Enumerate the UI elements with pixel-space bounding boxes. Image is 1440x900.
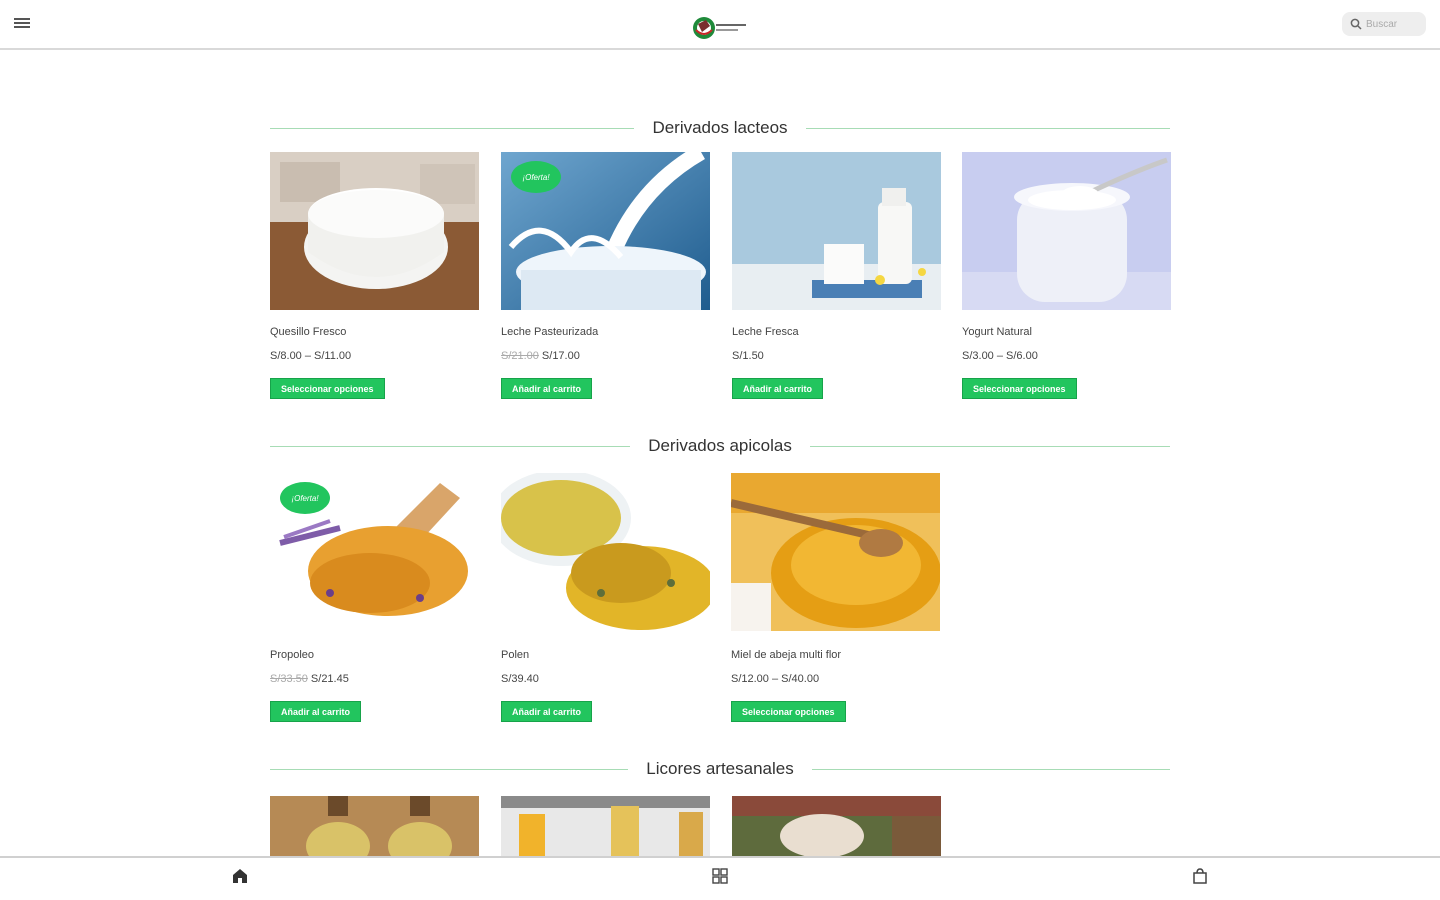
product-name[interactable]: Leche Pasteurizada (501, 326, 598, 338)
search-icon (1350, 18, 1362, 30)
product-card[interactable] (501, 796, 710, 856)
price-current: S/21.45 (310, 673, 349, 685)
price-old: S/33.50 (270, 673, 308, 685)
search-input[interactable] (1366, 18, 1416, 30)
section-title: Derivados apicolas (648, 436, 792, 455)
hamburger-menu-icon[interactable] (14, 18, 30, 30)
section-header: Derivados apicolas (270, 434, 1171, 458)
product-name[interactable]: Polen (501, 649, 529, 661)
select-options-button[interactable]: Seleccionar opciones (270, 378, 385, 399)
add-to-cart-button[interactable]: Añadir al carrito (501, 701, 593, 722)
add-to-cart-button[interactable]: Añadir al carrito (732, 378, 824, 399)
product-image[interactable] (501, 796, 710, 856)
product-price: S/12.00 – S/40.00 (731, 673, 819, 685)
section-header: Derivados lacteos (270, 116, 1170, 140)
product-price: S/21.00 S/17.00 (501, 350, 580, 362)
product-price: S/33.50 S/21.45 (270, 673, 349, 685)
product-name[interactable]: Yogurt Natural (962, 326, 1032, 338)
product-card[interactable]: Miel de abeja multi flor S/12.00 – S/40.… (731, 473, 940, 722)
add-to-cart-button[interactable]: Añadir al carrito (501, 378, 593, 399)
price-current: S/17.00 (541, 350, 580, 362)
product-image[interactable] (731, 473, 940, 631)
sale-badge: ¡Oferta! (511, 161, 561, 193)
home-icon[interactable] (230, 866, 250, 886)
product-image[interactable]: ¡Oferta! (270, 473, 479, 631)
divider-line (270, 127, 635, 129)
divider-line (809, 445, 1171, 447)
product-card[interactable]: Yogurt Natural S/3.00 – S/6.00 Seleccion… (962, 152, 1171, 399)
product-card[interactable]: Quesillo Fresco S/8.00 – S/11.00 Selecci… (270, 152, 479, 399)
price-current: S/12.00 – S/40.00 (731, 673, 820, 685)
product-image[interactable] (732, 796, 941, 856)
section-header: Licores artesanales (270, 757, 1171, 781)
product-image[interactable] (732, 152, 941, 310)
product-price: S/1.50 (732, 350, 764, 362)
price-current: S/8.00 – S/11.00 (270, 350, 352, 362)
product-price: S/3.00 – S/6.00 (962, 350, 1038, 362)
product-image[interactable] (501, 473, 710, 631)
product-price: S/8.00 – S/11.00 (270, 350, 351, 362)
divider-line (811, 768, 1171, 770)
product-name[interactable]: Leche Fresca (732, 326, 799, 338)
price-current: S/3.00 – S/6.00 (962, 350, 1038, 362)
bottom-navigation (0, 856, 1440, 900)
grid-icon[interactable] (710, 866, 730, 886)
product-name[interactable]: Propoleo (270, 649, 314, 661)
divider-line (270, 768, 629, 770)
price-old: S/21.00 (501, 350, 539, 362)
product-card[interactable]: Polen S/39.40 Añadir al carrito (501, 473, 710, 722)
select-options-button[interactable]: Seleccionar opciones (731, 701, 846, 722)
product-card[interactable] (270, 796, 479, 856)
product-price: S/39.40 (501, 673, 539, 685)
price-current: S/39.40 (501, 673, 539, 685)
price-current: S/1.50 (732, 350, 764, 362)
product-card[interactable] (732, 796, 941, 856)
product-image[interactable] (962, 152, 1171, 310)
product-image[interactable] (270, 796, 479, 856)
add-to-cart-button[interactable]: Añadir al carrito (270, 701, 362, 722)
product-image[interactable]: ¡Oferta! (501, 152, 710, 310)
select-options-button[interactable]: Seleccionar opciones (962, 378, 1077, 399)
section-title: Licores artesanales (646, 759, 794, 778)
shopping-bag-icon[interactable] (1190, 866, 1210, 886)
divider-line (805, 127, 1170, 129)
product-card[interactable]: ¡Oferta! Leche Pasteurizada S/21.00 S/17.… (501, 152, 710, 399)
product-card[interactable]: Leche Fresca S/1.50 Añadir al carrito (732, 152, 941, 399)
sale-badge: ¡Oferta! (280, 482, 330, 514)
search-box[interactable] (1342, 12, 1426, 36)
product-image[interactable] (270, 152, 479, 310)
product-card[interactable]: ¡Oferta! Propoleo S/33.50 S/21.45 Añadir … (270, 473, 479, 722)
top-bar (0, 0, 1440, 50)
divider-line (270, 445, 631, 447)
store-logo-icon[interactable] (692, 12, 750, 44)
section-title: Derivados lacteos (652, 118, 788, 137)
product-name[interactable]: Quesillo Fresco (270, 326, 346, 338)
product-name[interactable]: Miel de abeja multi flor (731, 649, 841, 661)
